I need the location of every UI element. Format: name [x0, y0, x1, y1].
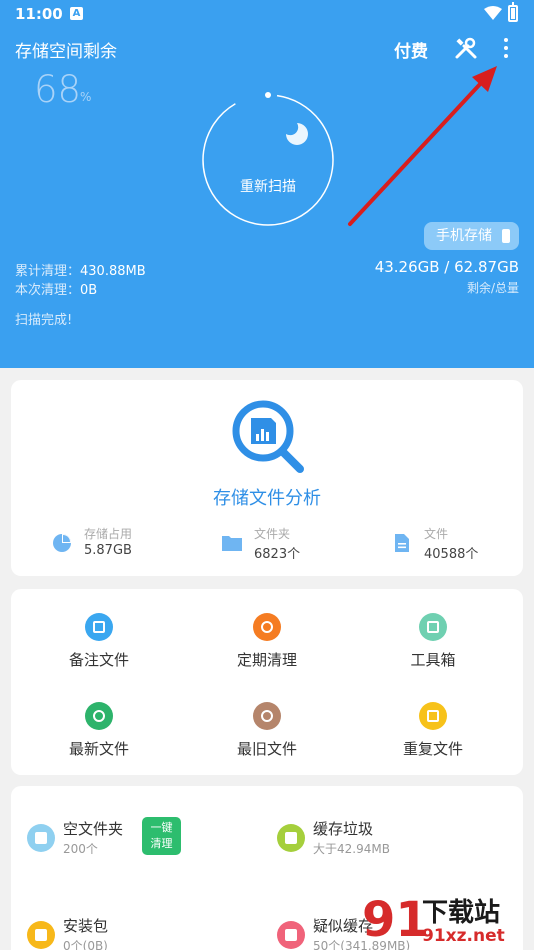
list-item-title: 安装包: [63, 917, 109, 935]
this-cleaned-value: 0B: [80, 283, 98, 298]
phone-storage-label: 手机存储: [436, 228, 492, 244]
list-item-title: 缓存垃圾: [313, 820, 374, 838]
tool-label: 重复文件: [402, 740, 463, 758]
tool-label: 最旧文件: [236, 740, 297, 758]
toolbox-grid-icon: [419, 613, 447, 641]
page-title: 存储空间剩余: [15, 42, 117, 62]
phone-storage-button[interactable]: 手机存储: [424, 222, 519, 250]
tool-duplicate-files[interactable]: 重复文件: [373, 702, 493, 772]
total-cleaned-value: 430.88MB: [80, 264, 146, 279]
note-edit-icon: [85, 613, 113, 641]
this-cleaned-label: 本次清理：: [15, 283, 81, 298]
moon-icon: [286, 123, 308, 145]
duplicate-file-icon: [419, 702, 447, 730]
oldest-file-icon: [253, 702, 281, 730]
folder-icon: [222, 536, 242, 551]
scan-status: 扫描完成!: [15, 313, 73, 328]
tool-notes-files[interactable]: 备注文件: [39, 613, 159, 683]
wrench-screwdriver-icon[interactable]: [454, 36, 478, 60]
watermark-url: 91xz.net: [422, 926, 505, 946]
battery-icon: [508, 2, 518, 22]
total-cleaned-label: 累计清理：: [15, 264, 81, 279]
stat-label: 文件: [424, 527, 449, 541]
watermark-logo: 91: [362, 892, 429, 948]
tool-label: 定期清理: [236, 651, 297, 669]
storage-analysis-title: 存储文件分析: [213, 488, 321, 509]
phone-icon: [502, 229, 510, 243]
tool-label: 最新文件: [68, 740, 129, 758]
remaining-percent: 68: [34, 68, 82, 111]
scan-ring[interactable]: [200, 92, 336, 228]
suspect-cache-icon: [277, 921, 305, 949]
stat-value: 5.87GB: [84, 543, 132, 558]
tool-label: 工具箱: [410, 651, 456, 669]
stat-value: 40588个: [424, 547, 479, 562]
stat-label: 存储占用: [84, 527, 133, 541]
tool-label: 备注文件: [68, 651, 129, 669]
status-time: 11:00: [15, 5, 63, 23]
capacity-value: 43.26GB / 62.87GB: [374, 258, 519, 276]
android-icon: [27, 921, 55, 949]
storage-analysis-icon: [232, 400, 304, 473]
wifi-icon: [484, 6, 502, 20]
tool-newest-files[interactable]: 最新文件: [39, 702, 159, 772]
stat-value: 6823个: [254, 547, 301, 562]
more-menu-button[interactable]: [496, 35, 516, 61]
percent-unit: %: [80, 90, 92, 104]
one-key-clean-button[interactable]: 一键 清理: [142, 817, 181, 855]
total-cleaned: 累计清理：430.88MB: [15, 260, 146, 279]
list-item-sub: 0个(0B): [63, 939, 108, 950]
document-icon: [395, 534, 409, 552]
pay-button[interactable]: 付费: [394, 37, 428, 62]
newest-file-icon: [85, 702, 113, 730]
list-item-sub: 200个: [63, 842, 98, 856]
stat-label: 文件夹: [254, 527, 291, 541]
status-bar: 11:00 A: [0, 0, 534, 28]
notification-a-icon: A: [70, 7, 83, 20]
trash-icon: [277, 824, 305, 852]
rescan-button[interactable]: 重新扫描: [200, 176, 336, 196]
capacity-label: 剩余/总量: [466, 281, 519, 295]
storage-analysis-card[interactable]: 存储文件分析 存储占用 5.87GB 文件夹 6823个 文件 40588个: [11, 380, 523, 576]
tool-toolbox[interactable]: 工具箱: [373, 613, 493, 683]
list-item-title: 空文件夹: [63, 820, 124, 838]
tools-grid-card: 备注文件 定期清理 工具箱 最新文件 最旧文件 重复文件: [11, 589, 523, 775]
list-item-sub: 大于42.94MB: [313, 842, 390, 856]
one-key-clean-line1: 一键: [150, 821, 173, 834]
this-cleaned: 本次清理：0B: [15, 279, 97, 298]
one-key-clean-line2: 清理: [150, 837, 173, 850]
tool-oldest-files[interactable]: 最旧文件: [207, 702, 327, 772]
tool-scheduled-clean[interactable]: 定期清理: [207, 613, 327, 683]
pie-chart-icon: [53, 534, 71, 552]
header-panel: 11:00 A 存储空间剩余 付费 68 % 重新扫描 手机存储 累计清理：43…: [0, 0, 534, 368]
watermark-text: 下载站: [422, 898, 501, 928]
watermark: 91 下载站 91xz.net: [360, 890, 530, 950]
folder-icon: [27, 824, 55, 852]
alarm-clock-icon: [253, 613, 281, 641]
